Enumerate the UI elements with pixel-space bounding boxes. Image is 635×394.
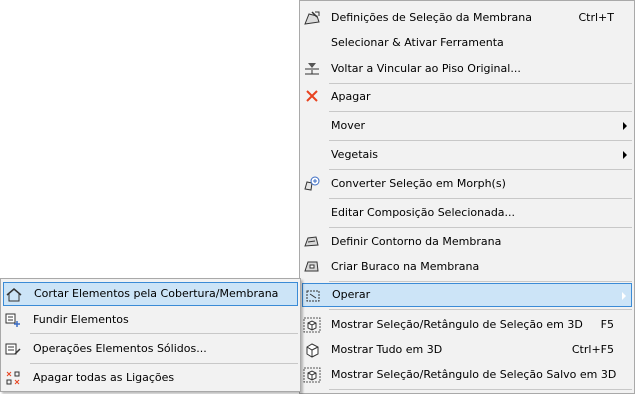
menu-item-label: Criar Buraco na Membrana — [331, 260, 480, 273]
membrane-settings-icon — [303, 10, 321, 26]
trim-to-roof-icon — [5, 287, 23, 303]
menu-item-convert-morph[interactable]: Converter Seleção em Morph(s) — [300, 172, 634, 196]
menu-separator — [329, 111, 632, 112]
relink-floor-icon — [303, 61, 321, 77]
submenu-arrow-icon — [623, 122, 627, 130]
menu-item-delete[interactable]: Apagar — [300, 85, 634, 109]
menu-separator — [329, 309, 632, 310]
menu-separator — [329, 227, 632, 228]
menu-separator — [329, 389, 632, 390]
menu-item-label: Fundir Elementos — [33, 313, 129, 326]
menu-item-show-selection-3d[interactable]: Mostrar Seleção/Retângulo de Seleção em … — [300, 313, 634, 337]
menu-item-label: Cortar Elementos pela Cobertura/Membrana — [34, 287, 279, 300]
menu-item-label: Mostrar Seleção/Retângulo de Seleção em … — [331, 318, 583, 331]
show-all-3d-icon — [303, 342, 321, 358]
menu-item-membrane-settings[interactable]: Definições de Seleção da Membrana Ctrl+T — [300, 6, 634, 30]
submenu-item-trim-to-roof[interactable]: Cortar Elementos pela Cobertura/Membrana — [3, 282, 298, 306]
menu-item-label: Apagar todas as Ligações — [33, 371, 175, 384]
menu-item-label: Selecionar & Ativar Ferramenta — [331, 36, 504, 49]
menu-separator — [329, 140, 632, 141]
menu-item-label: Editar Composição Selecionada... — [331, 206, 516, 219]
menu-item-show-saved-selection-3d[interactable]: Mostrar Seleção/Retângulo de Seleção Sal… — [300, 363, 634, 387]
operate-submenu: Cortar Elementos pela Cobertura/Membrana… — [0, 278, 301, 392]
menu-item-shortcut: Ctrl+T — [578, 11, 614, 24]
submenu-arrow-icon — [622, 292, 626, 300]
menu-item-edit-composite[interactable]: Editar Composição Selecionada... — [300, 201, 634, 225]
menu-item-label: Mostrar Seleção/Retângulo de Seleção Sal… — [331, 368, 617, 381]
menu-separator — [30, 363, 298, 364]
menu-item-show-all-3d[interactable]: Mostrar Tudo em 3D Ctrl+F5 — [300, 338, 634, 362]
solid-operations-icon — [4, 341, 22, 357]
submenu-item-delete-connections[interactable]: Apagar todas as Ligações — [1, 366, 300, 390]
menu-item-select-activate-tool[interactable]: Selecionar & Ativar Ferramenta — [300, 31, 634, 55]
menu-item-label: Vegetais — [331, 148, 379, 161]
operate-icon — [304, 288, 322, 304]
define-contour-icon — [303, 234, 321, 250]
menu-item-label: Converter Seleção em Morph(s) — [331, 177, 506, 190]
merge-elements-icon — [4, 312, 22, 328]
submenu-arrow-icon — [623, 151, 627, 159]
menu-item-label: Operações Elementos Sólidos... — [33, 342, 207, 355]
menu-item-label: Voltar a Vincular ao Piso Original... — [331, 62, 521, 75]
delete-x-icon — [303, 89, 321, 105]
menu-item-label: Operar — [332, 288, 371, 301]
menu-item-label: Apagar — [331, 90, 371, 103]
context-menu: Definições de Seleção da Membrana Ctrl+T… — [299, 0, 635, 394]
menu-separator — [329, 281, 632, 282]
show-selection-3d-icon — [303, 317, 321, 333]
menu-item-move[interactable]: Mover — [300, 114, 634, 138]
delete-connections-icon — [4, 370, 22, 386]
menu-separator — [329, 83, 632, 84]
menu-item-define-contour[interactable]: Definir Contorno da Membrana — [300, 230, 634, 254]
menu-separator — [329, 198, 632, 199]
menu-item-shortcut: Ctrl+F5 — [571, 343, 614, 356]
menu-item-vegetables[interactable]: Vegetais — [300, 143, 634, 167]
create-hole-icon — [303, 259, 321, 275]
menu-item-create-hole[interactable]: Criar Buraco na Membrana — [300, 255, 634, 279]
menu-item-shortcut: F5 — [600, 318, 614, 331]
menu-separator — [30, 333, 298, 334]
submenu-item-merge-elements[interactable]: Fundir Elementos — [1, 308, 300, 332]
menu-item-label: Mover — [331, 119, 366, 132]
menu-separator — [329, 169, 632, 170]
convert-morph-icon — [303, 176, 321, 192]
menu-item-relink-floor[interactable]: Voltar a Vincular ao Piso Original... — [300, 57, 634, 81]
show-saved-selection-3d-icon — [303, 367, 321, 383]
menu-item-label: Mostrar Tudo em 3D — [331, 343, 443, 356]
submenu-item-solid-operations[interactable]: Operações Elementos Sólidos... — [1, 337, 300, 361]
menu-item-label: Definir Contorno da Membrana — [331, 235, 502, 248]
menu-item-operate[interactable]: Operar — [302, 283, 632, 307]
menu-item-label: Definições de Seleção da Membrana — [331, 11, 532, 24]
